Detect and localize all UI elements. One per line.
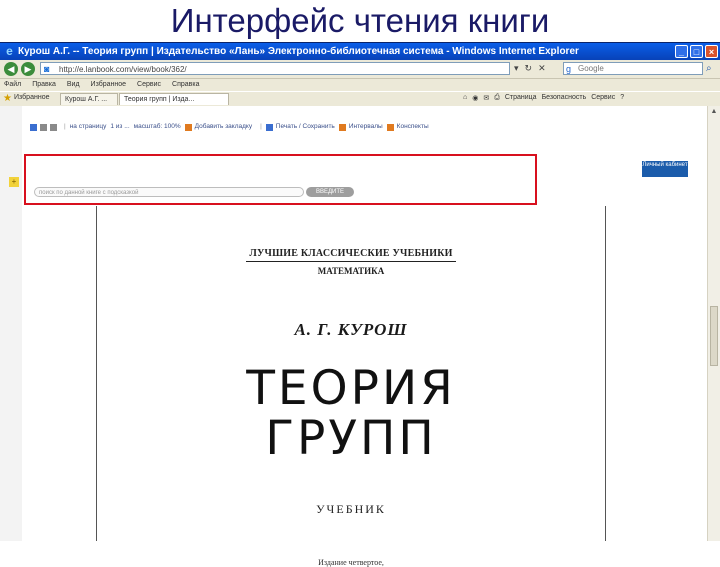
scroll-thumb[interactable] <box>710 306 718 366</box>
url-text: http://e.lanbook.com/view/book/362/ <box>59 65 187 74</box>
print-save-link[interactable]: Печать / Сохранить <box>276 121 335 133</box>
menu-file[interactable]: Файл <box>4 79 21 91</box>
logo-icon <box>30 123 37 131</box>
stop-icon[interactable]: ✕ <box>538 63 546 74</box>
book-title-line2: ГРУПП <box>265 411 437 466</box>
bookmark-icon <box>184 123 192 131</box>
forward-button[interactable]: ▶ <box>21 62 35 76</box>
refresh-icon[interactable]: ↻ <box>525 63 533 74</box>
toolbar-row: | на страницу 1 из ... масштаб: 100% Доб… <box>30 121 433 133</box>
page-info: 1 из ... <box>110 123 130 130</box>
maximize-button[interactable]: □ <box>690 45 703 58</box>
minimize-button[interactable]: _ <box>675 45 688 58</box>
vertical-scrollbar[interactable]: ▲ <box>707 106 720 541</box>
tab-1[interactable]: Курош А.Г. ... <box>60 93 118 105</box>
notes-link[interactable]: Конспекты <box>397 121 429 133</box>
menu-tools[interactable]: Сервис <box>137 79 161 91</box>
menu-help[interactable]: Справка <box>172 79 199 91</box>
help-icon[interactable]: ? <box>620 94 624 102</box>
left-panel <box>0 106 22 541</box>
cmd-tools[interactable]: Сервис <box>591 94 615 102</box>
command-bar: ⌂ ◉ ✉ ⎙ Страница Безопасность Сервис ? <box>463 94 624 102</box>
menu-edit[interactable]: Правка <box>32 79 56 91</box>
toolbar-highlight-frame <box>24 154 537 205</box>
tab-2[interactable]: Теория групп | Изда... <box>119 93 229 105</box>
menu-bar: Файл Правка Вид Избранное Сервис Справка <box>0 79 720 91</box>
expand-panel-icon[interactable]: + <box>9 177 19 187</box>
mail-icon[interactable]: ✉ <box>483 94 489 102</box>
book-page: ЛУЧШИЕ КЛАССИЧЕСКИЕ УЧЕБНИКИ МАТЕМАТИКА … <box>96 206 606 567</box>
ie-logo-icon: e <box>6 44 13 58</box>
scroll-up-icon[interactable]: ▲ <box>709 107 719 117</box>
web-search-input[interactable]: g Google <box>563 62 703 75</box>
url-field[interactable]: ◙ http://e.lanbook.com/view/book/362/ <box>40 62 510 75</box>
back-button[interactable]: ◀ <box>4 62 18 76</box>
personal-cabinet-button[interactable]: Личный кабинет <box>642 161 688 177</box>
notes-icon <box>386 123 394 131</box>
address-bar: ◀ ▶ ◙ http://e.lanbook.com/view/book/362… <box>0 60 720 79</box>
home-icon[interactable]: ⌂ <box>463 94 467 102</box>
book-edition: Издание четвертое, <box>318 558 384 567</box>
add-bookmark-link[interactable]: Добавить закладку <box>195 121 252 133</box>
window-controls: _ □ × <box>675 45 718 58</box>
favorites-label[interactable]: Избранное <box>14 94 49 101</box>
browser-window: e Курош А.Г. -- Теория групп | Издательс… <box>0 42 720 567</box>
print-save-icon <box>265 123 273 131</box>
page-icon: ◙ <box>44 64 50 74</box>
book-series: ЛУЧШИЕ КЛАССИЧЕСКИЕ УЧЕБНИКИ МАТЕМАТИКА <box>97 248 605 276</box>
intervals-link[interactable]: Интервалы <box>349 121 383 133</box>
slide-title: Интерфейс чтения книги <box>170 2 550 39</box>
page-nav-link[interactable]: на страницу <box>70 121 107 133</box>
prev-page-icon[interactable] <box>50 123 57 131</box>
search-go-icon[interactable]: ⌕ <box>706 63 712 74</box>
dropdown-icon[interactable]: ▾ <box>514 63 519 74</box>
first-page-icon[interactable] <box>40 123 47 131</box>
window-title: Курош А.Г. -- Теория групп | Издательств… <box>18 46 579 57</box>
address-actions: ▾ ↻ ✕ <box>514 63 546 74</box>
cmd-safety[interactable]: Безопасность <box>542 94 587 102</box>
favorites-bar: ★ Избранное Курош А.Г. ... Теория групп … <box>0 91 720 107</box>
feeds-icon[interactable]: ◉ <box>472 94 478 102</box>
series-title: ЛУЧШИЕ КЛАССИЧЕСКИЕ УЧЕБНИКИ <box>246 248 456 262</box>
cmd-page[interactable]: Страница <box>505 94 537 102</box>
reader-toolbar: | на страницу 1 из ... масштаб: 100% Доб… <box>24 111 684 155</box>
menu-view[interactable]: Вид <box>67 79 80 91</box>
favorites-star-icon[interactable]: ★ <box>3 93 12 105</box>
intervals-icon <box>338 123 346 131</box>
book-title: ТЕОРИЯ ГРУПП <box>97 364 605 464</box>
menu-favorites[interactable]: Избранное <box>91 79 126 91</box>
page-content: + | на страницу 1 из ... масштаб: 100% Д… <box>0 106 720 567</box>
book-title-line1: ТЕОРИЯ <box>246 361 456 416</box>
close-button[interactable]: × <box>705 45 718 58</box>
print-icon[interactable]: ⎙ <box>494 94 500 102</box>
book-author: А. Г. КУРОШ <box>294 320 408 339</box>
series-subject: МАТЕМАТИКА <box>317 266 385 276</box>
window-titlebar: e Курош А.Г. -- Теория групп | Издательс… <box>0 43 720 60</box>
book-type: УЧЕБНИК <box>316 502 386 516</box>
google-icon: g <box>566 64 572 74</box>
scale-control[interactable]: масштаб: 100% <box>134 121 181 133</box>
web-search-placeholder: Google <box>578 64 604 73</box>
